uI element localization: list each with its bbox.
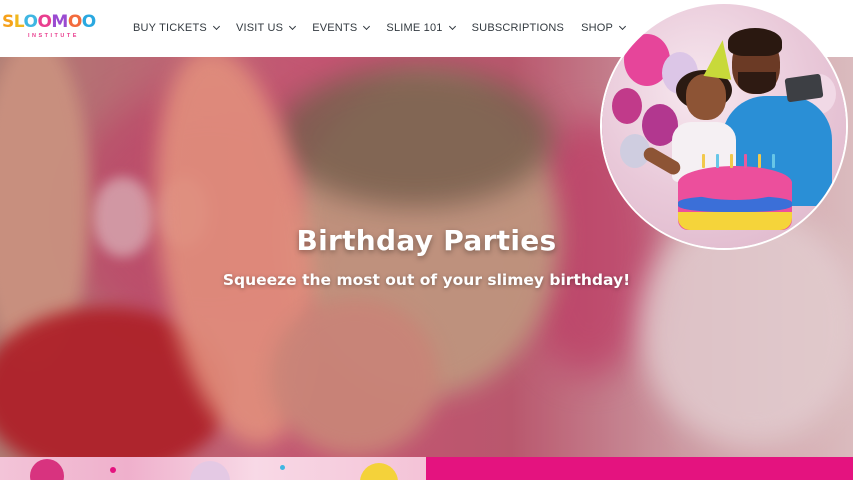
balloon [360, 463, 398, 480]
sloomoo-logo[interactable]: SLOOMOO INSTITUTE [2, 12, 102, 46]
nav-label: SHOP [581, 22, 614, 34]
pink-section-banner [426, 457, 853, 480]
logo-letter: S [2, 12, 14, 32]
confetti [110, 467, 116, 473]
chevron-down-icon [448, 22, 456, 31]
phone [784, 73, 824, 103]
nav-item-shop[interactable]: SHOP [581, 22, 627, 34]
child-head [686, 74, 726, 120]
logo-wordmark: SLOOMOO [2, 12, 96, 32]
main-nav: BUY TICKETS VISIT US EVENTS SLIME 101 SU… [133, 20, 642, 36]
nav-item-visit-us[interactable]: VISIT US [235, 22, 297, 34]
logo-letter: O [37, 12, 52, 32]
candle [772, 154, 775, 168]
logo-letter: O [23, 12, 38, 32]
chevron-down-icon [289, 22, 297, 31]
candle [730, 154, 733, 168]
balloon [612, 88, 642, 124]
cake-frosting [678, 212, 792, 230]
nav-label: SUBSCRIPTIONS [471, 22, 565, 34]
logo-letter: M [51, 12, 68, 32]
cake-top [678, 166, 792, 200]
candle [716, 154, 719, 168]
confetti-image-strip [0, 457, 426, 480]
party-hat-icon [703, 38, 737, 80]
confetti [280, 465, 285, 470]
logo-subtext: INSTITUTE [28, 33, 79, 39]
nav-item-buy-tickets[interactable]: BUY TICKETS [133, 22, 220, 34]
logo-letter: O [81, 12, 96, 32]
hero-subtitle: Squeeze the most out of your slimey birt… [222, 271, 631, 289]
candle [758, 154, 761, 168]
nav-label: EVENTS [312, 22, 358, 34]
balloon [190, 461, 230, 480]
chevron-down-icon [619, 22, 627, 31]
chevron-down-icon [363, 22, 371, 31]
adult-beard [738, 72, 776, 94]
nav-label: SLIME 101 [386, 22, 443, 34]
candle [702, 154, 705, 168]
nav-label: BUY TICKETS [133, 22, 207, 34]
nav-item-events[interactable]: EVENTS [312, 22, 371, 34]
candle [744, 154, 747, 168]
birthday-party-photo [602, 4, 846, 248]
logo-letter: O [67, 12, 82, 32]
chevron-down-icon [212, 22, 220, 31]
balloon [30, 459, 64, 480]
nav-item-subscriptions[interactable]: SUBSCRIPTIONS [472, 22, 564, 34]
nav-item-slime-101[interactable]: SLIME 101 [386, 22, 456, 34]
nav-label: VISIT US [235, 22, 284, 34]
